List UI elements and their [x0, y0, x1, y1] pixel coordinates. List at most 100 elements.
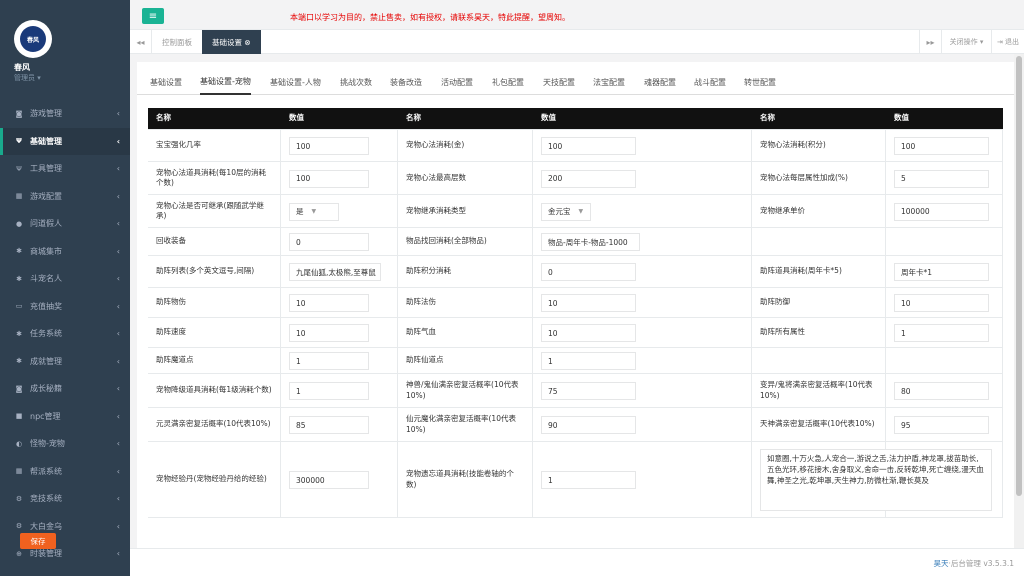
sidebar-item[interactable]: ✱ 任务系统 ‹ [0, 320, 130, 348]
subtab[interactable]: 天技配置 [543, 70, 575, 95]
footer-brand[interactable]: 昊天 [934, 559, 949, 568]
close-operations-dropdown[interactable]: 关闭操作 ▾ [941, 30, 991, 54]
setting-input[interactable]: 10 [541, 294, 636, 312]
setting-input[interactable]: 0 [541, 263, 636, 281]
column-header: 数值 [541, 113, 556, 123]
scrollbar-thumb[interactable] [1016, 56, 1022, 496]
scrollbar[interactable] [1014, 54, 1024, 548]
chevron-left-icon: ‹ [116, 274, 120, 284]
column-header: 名称 [406, 113, 421, 123]
setting-input[interactable]: 100000 [894, 202, 989, 221]
table-header: 名称 数值 名称 数值 名称 数值 [148, 108, 1003, 130]
sidebar-item[interactable]: ● 问道假人 ‹ [0, 210, 130, 238]
subtab[interactable]: 基础设置-人物 [270, 70, 321, 95]
setting-input[interactable]: 1 [541, 471, 636, 489]
setting-input[interactable]: 100 [289, 137, 369, 155]
subtab[interactable]: 活动配置 [441, 70, 473, 95]
setting-input[interactable]: 10 [289, 294, 369, 312]
subtab[interactable]: 魂器配置 [644, 70, 676, 95]
setting-input[interactable]: 100 [289, 169, 369, 188]
sidebar-item[interactable]: Ψ 工具管理 ‹ [0, 155, 130, 183]
topbar: ≡ 本端口以学习为目的，禁止售卖，如有授权，请联系昊天，特此提醒，望周知。 [130, 0, 1024, 30]
subtab[interactable]: 法宝配置 [593, 70, 625, 95]
setting-input[interactable]: 0 [289, 233, 369, 251]
setting-label: 助阵防御 [752, 288, 886, 317]
setting-label: 天神满亲密复活概率(10代表10%) [752, 408, 886, 441]
setting-input[interactable]: 100 [541, 137, 636, 155]
close-circle-icon[interactable]: ⊗ [244, 38, 250, 47]
setting-input[interactable]: 200 [541, 169, 636, 188]
avatar[interactable]: 春风 [14, 20, 52, 58]
chevron-left-icon: ‹ [116, 356, 120, 366]
setting-input[interactable]: 300000 [289, 471, 369, 489]
user-role-dropdown[interactable]: 管理员 ▾ [14, 73, 41, 83]
sidebar-item[interactable]: ▭ 充值抽奖 ‹ [0, 293, 130, 321]
setting-label: 助阵积分消耗 [398, 256, 533, 287]
setting-input[interactable]: 九尾仙狐,太极熊,至尊鼠 [289, 263, 381, 281]
setting-input[interactable]: 5 [894, 169, 989, 188]
content-panel: 基础设置 基础设置-宠物 基础设置-人物 挑战次数 装备改造 活动配置 礼包配置 天技配置 法宝… [137, 62, 1016, 548]
chevron-left-icon: ‹ [116, 164, 120, 174]
setting-input[interactable]: 90 [541, 416, 636, 434]
sidebar-item[interactable]: ⚙ 竞技系统 ‹ [0, 485, 130, 513]
tab-basic-settings[interactable]: 基础设置 ⊗ [202, 30, 261, 54]
setting-label: 宠物心法消耗(积分) [752, 130, 886, 161]
setting-input[interactable]: 1 [289, 352, 369, 370]
subtab[interactable]: 基础设置 [150, 70, 182, 95]
setting-input[interactable]: 1 [541, 352, 636, 370]
chevron-left-icon: ‹ [116, 466, 120, 476]
sidebar-item-label: 竞技系统 [30, 494, 62, 504]
setting-label: 回收装备 [148, 228, 281, 255]
asterisk-icon: ✱ [16, 329, 22, 338]
select-value: 是 [296, 207, 304, 216]
setting-select[interactable]: 是 ▼ [289, 202, 339, 221]
subtab[interactable]: 礼包配置 [492, 70, 524, 95]
sidebar-menu: ◙ 游戏管理 ‹ Ψ 基础管理 ‹ Ψ 工具管理 ‹ ▦ 游戏配置 ‹ ● 问道假人 ‹ ✱ 商城集市 ‹ ✱ 斗宠名… [0, 100, 130, 568]
logout-button[interactable]: ⇥ 退出 [991, 30, 1024, 54]
sidebar-item[interactable]: ▦ 游戏配置 ‹ [0, 183, 130, 211]
sidebar-item[interactable]: ▦ 帮派系统 ‹ [0, 458, 130, 486]
sidebar-item-label: 成长秘籍 [30, 384, 62, 394]
car-icon: ⊕ [16, 549, 22, 558]
setting-input[interactable]: 85 [289, 416, 369, 434]
subtab[interactable]: 基础设置-宠物 [200, 70, 251, 95]
setting-input[interactable]: 75 [541, 382, 636, 400]
setting-input[interactable]: 物品-周年卡-物品-1000 [541, 233, 640, 251]
save-button[interactable]: 保存 [20, 533, 56, 549]
sidebar-item[interactable]: Ψ 基础管理 ‹ [0, 127, 130, 155]
tab-scroll-left-button[interactable]: ◂◂ [130, 30, 152, 54]
setting-input[interactable]: 95 [894, 416, 989, 434]
sidebar: 春风 春风 管理员 ▾ ◙ 游戏管理 ‹ Ψ 基础管理 ‹ Ψ 工具管理 ‹ ▦ 游戏配置 ‹ ● 问道假… [0, 0, 130, 576]
setting-input[interactable]: 10 [894, 294, 989, 312]
sidebar-item[interactable]: ◙ 成长秘籍 ‹ [0, 375, 130, 403]
sidebar-item[interactable]: ✱ 商城集市 ‹ [0, 238, 130, 266]
subtab[interactable]: 装备改造 [390, 70, 422, 95]
setting-input[interactable]: 周年卡*1 [894, 263, 989, 281]
forgettable-skills-textarea[interactable]: 如意圈,十万火急,人宠合一,游说之舌,法力护盾,神龙罩,拔苗助长,五色光环,移花… [760, 449, 992, 511]
setting-label [752, 348, 886, 373]
tab-dashboard[interactable]: 控制面板 [152, 30, 202, 54]
column-header: 名称 [760, 113, 775, 123]
menu-toggle-button[interactable]: ≡ [142, 8, 164, 24]
setting-input[interactable]: 1 [894, 324, 989, 342]
subtab[interactable]: 战斗配置 [694, 70, 726, 95]
sidebar-item[interactable]: ◙ 游戏管理 ‹ [0, 100, 130, 128]
asterisk-icon: ✱ [16, 274, 22, 283]
sidebar-item[interactable]: ◐ 怪物-宠物 ‹ [0, 430, 130, 458]
setting-input[interactable]: 80 [894, 382, 989, 400]
setting-select[interactable]: 金元宝 ▼ [541, 202, 591, 221]
setting-input[interactable]: 1 [289, 382, 369, 400]
setting-input[interactable]: 100 [894, 137, 989, 155]
column-header: 数值 [289, 113, 304, 123]
sidebar-item[interactable]: ■ npc管理 ‹ [0, 403, 130, 431]
sidebar-item[interactable]: ✱ 斗宠名人 ‹ [0, 265, 130, 293]
sidebar-item-label: 成就管理 [30, 356, 62, 366]
chevron-left-icon: ‹ [116, 411, 120, 421]
setting-input[interactable]: 10 [541, 324, 636, 342]
tab-scroll-right-button[interactable]: ▸▸ [919, 30, 941, 54]
setting-input[interactable]: 10 [289, 324, 369, 342]
subtab[interactable]: 挑战次数 [340, 70, 372, 95]
caret-down-icon: ▼ [578, 208, 584, 215]
sidebar-item[interactable]: ✱ 成就管理 ‹ [0, 348, 130, 376]
subtab[interactable]: 转世配置 [744, 70, 776, 95]
